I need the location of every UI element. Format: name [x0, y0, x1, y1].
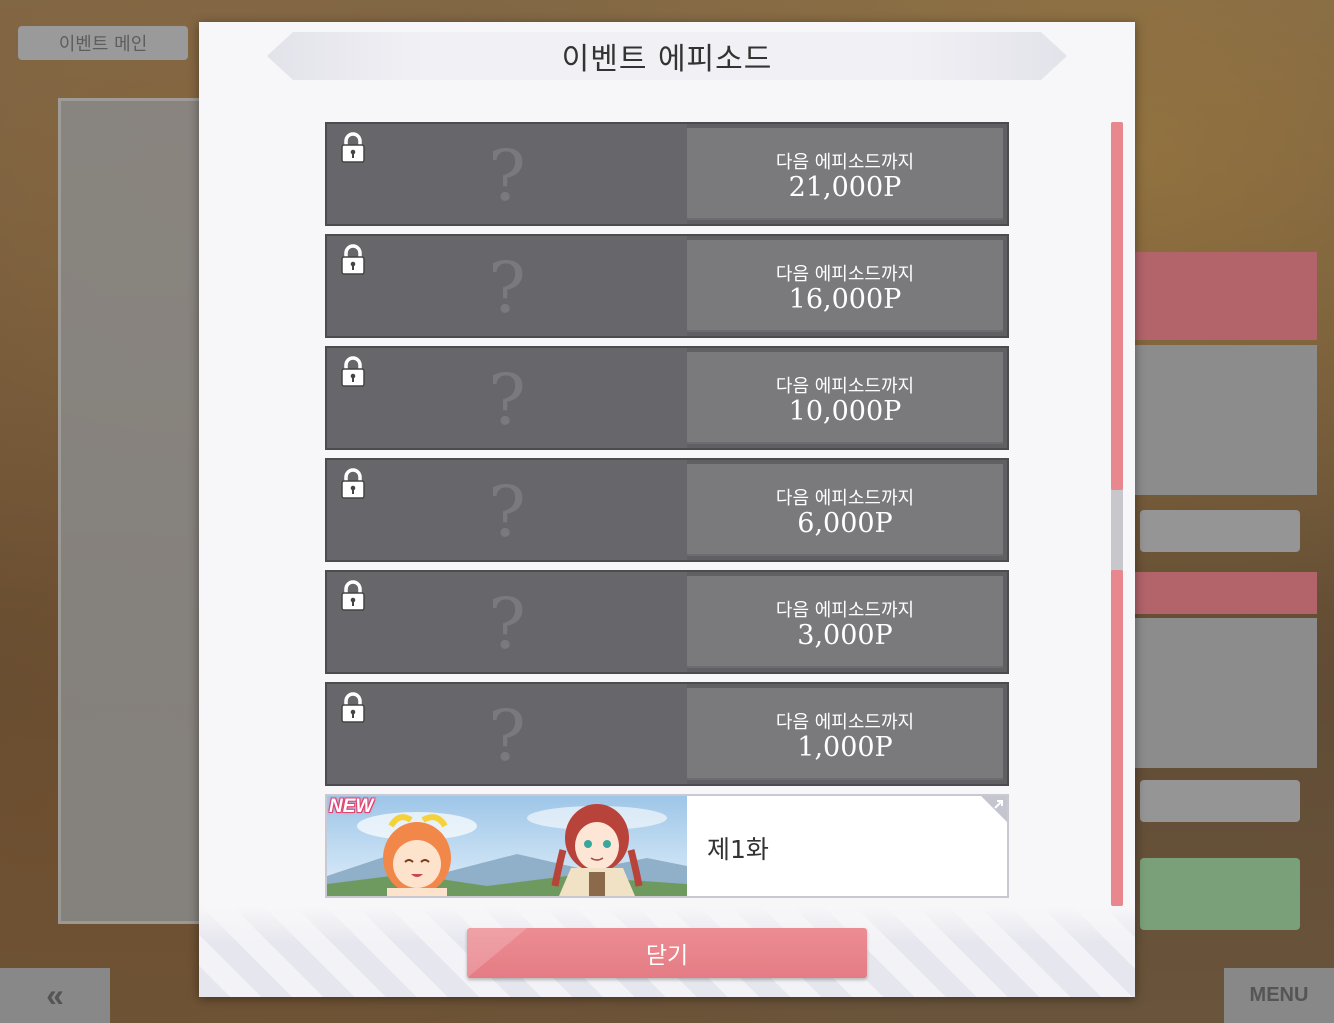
episode-1-row[interactable]: NEW 제1화	[325, 794, 1009, 898]
requirement-points: 10,000P	[788, 396, 902, 427]
unknown-placeholder: ?	[488, 583, 526, 665]
locked-episode-row: ? 다음 에피소드까지 3,000P	[325, 570, 1009, 674]
requirement-label: 다음 에피소드까지	[775, 152, 915, 173]
locked-episode-row: ? 다음 에피소드까지 1,000P	[325, 682, 1009, 786]
event-episode-dialog: 이벤트 에피소드 ? 다음 에피소드까지 21,000P ? 다음 에피소드까지…	[199, 22, 1135, 997]
episode-name: 제1화	[707, 835, 769, 864]
background-reward-list-button	[1140, 510, 1300, 552]
locked-thumbnail: ?	[327, 124, 687, 224]
unlock-requirement: 다음 에피소드까지 3,000P	[687, 576, 1003, 668]
lock-icon	[341, 244, 365, 275]
unlock-requirement: 다음 에피소드까지 16,000P	[687, 240, 1003, 332]
requirement-points: 6,000P	[797, 508, 893, 539]
unlock-requirement: 다음 에피소드까지 1,000P	[687, 688, 1003, 780]
unlock-requirement: 다음 에피소드까지 6,000P	[687, 464, 1003, 556]
lock-icon	[341, 132, 365, 163]
unknown-placeholder: ?	[488, 695, 526, 777]
new-badge: NEW	[329, 796, 374, 817]
requirement-points: 1,000P	[797, 732, 893, 763]
lock-icon	[341, 692, 365, 723]
locked-episode-row: ? 다음 에피소드까지 21,000P	[325, 122, 1009, 226]
lock-icon	[341, 356, 365, 387]
locked-episode-row: ? 다음 에피소드까지 6,000P	[325, 458, 1009, 562]
scrollbar-thumb[interactable]	[1111, 570, 1123, 906]
unlock-requirement: 다음 에피소드까지 21,000P	[687, 128, 1003, 220]
unknown-placeholder: ?	[488, 135, 526, 217]
unknown-placeholder: ?	[488, 471, 526, 553]
requirement-points: 16,000P	[788, 284, 902, 315]
back-button: «	[0, 968, 110, 1023]
open-arrow-icon	[981, 796, 1007, 822]
lock-icon	[341, 580, 365, 611]
lock-icon	[341, 468, 365, 499]
menu-button: MENU	[1224, 968, 1334, 1023]
event-main-title: 이벤트 메인	[18, 26, 188, 60]
requirement-label: 다음 에피소드까지	[775, 376, 915, 397]
background-reward-panel	[1135, 618, 1317, 768]
requirement-label: 다음 에피소드까지	[775, 488, 915, 509]
locked-thumbnail: ?	[327, 236, 687, 336]
locked-thumbnail: ?	[327, 348, 687, 448]
unlock-requirement: 다음 에피소드까지 10,000P	[687, 352, 1003, 444]
locked-thumbnail: ?	[327, 460, 687, 560]
requirement-label: 다음 에피소드까지	[775, 600, 915, 621]
background-reward-list-button	[1140, 780, 1300, 822]
locked-episode-row: ? 다음 에피소드까지 16,000P	[325, 234, 1009, 338]
locked-thumbnail: ?	[327, 684, 687, 784]
background-reward-header	[1135, 572, 1317, 614]
background-green-button	[1140, 858, 1300, 930]
locked-thumbnail: ?	[327, 572, 687, 672]
unknown-placeholder: ?	[488, 359, 526, 441]
requirement-label: 다음 에피소드까지	[775, 712, 915, 733]
background-reward-header	[1135, 252, 1317, 340]
dialog-header: 이벤트 에피소드	[267, 32, 1067, 80]
episode-list-scrollbar[interactable]	[1111, 122, 1123, 906]
requirement-points: 3,000P	[797, 620, 893, 651]
scrollbar-thumb[interactable]	[1111, 122, 1123, 490]
background-reward-panel	[1135, 345, 1317, 495]
unknown-placeholder: ?	[488, 247, 526, 329]
episode-thumbnail	[327, 796, 687, 896]
requirement-points: 21,000P	[788, 172, 902, 203]
close-button[interactable]: 닫기	[467, 928, 867, 978]
episode-list[interactable]: ? 다음 에피소드까지 21,000P ? 다음 에피소드까지 16,000P	[325, 122, 1009, 898]
dialog-title: 이벤트 에피소드	[561, 42, 773, 77]
requirement-label: 다음 에피소드까지	[775, 264, 915, 285]
locked-episode-row: ? 다음 에피소드까지 10,000P	[325, 346, 1009, 450]
